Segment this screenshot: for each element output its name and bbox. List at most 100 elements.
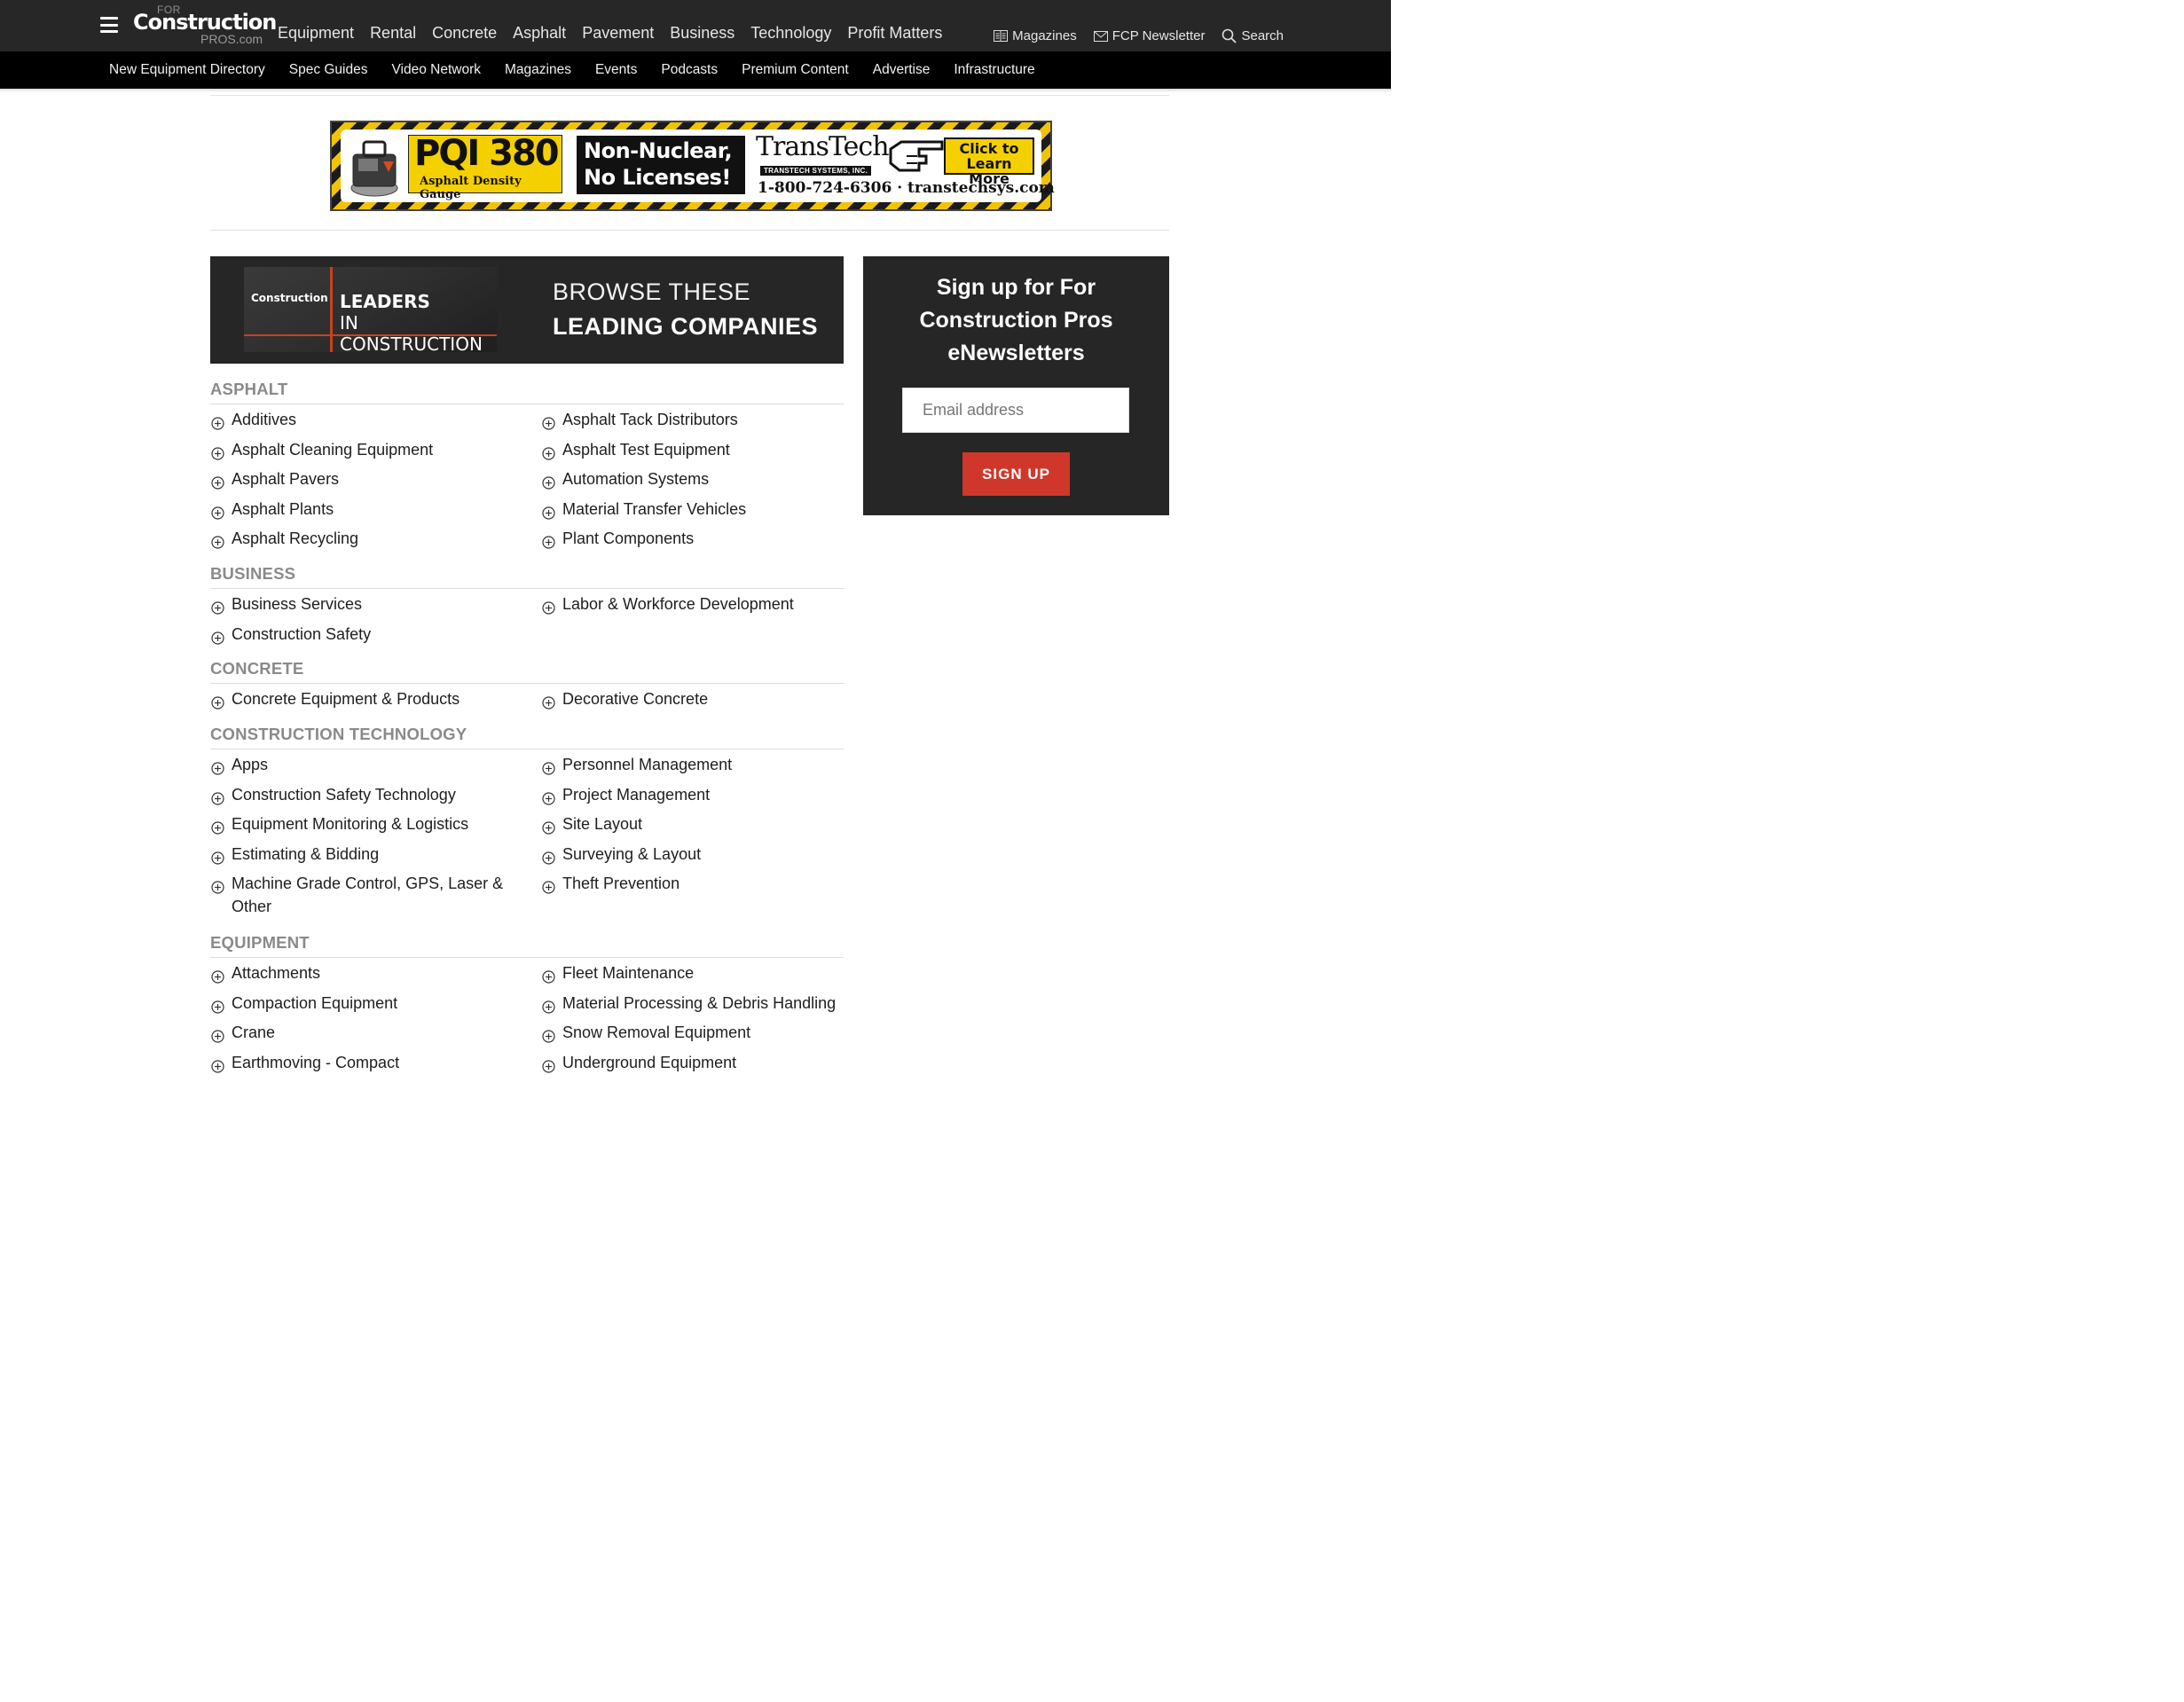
nav-technology[interactable]: Technology: [750, 24, 831, 43]
category-item-asphalt-tack-distributors[interactable]: Asphalt Tack Distributors: [542, 408, 846, 431]
magazines-label: Magazines: [1012, 28, 1077, 43]
subnav-podcasts[interactable]: Podcasts: [661, 62, 718, 78]
search-link[interactable]: Search: [1222, 28, 1284, 43]
expand-plus-icon: [542, 693, 555, 710]
signup-title: Sign up for For Construction Pros eNewsl…: [919, 275, 1113, 365]
signup-button[interactable]: SIGN UP: [962, 452, 1070, 496]
nav-equipment[interactable]: Equipment: [278, 24, 354, 43]
category-heading-asphalt: ASPHALT: [210, 380, 844, 404]
newsletter-link[interactable]: FCP Newsletter: [1093, 28, 1205, 43]
site-logo[interactable]: FOR Construction PROS.com: [133, 4, 277, 48]
category-item-crane[interactable]: Crane: [211, 1021, 515, 1044]
expand-plus-icon: [211, 413, 224, 430]
email-field[interactable]: [902, 388, 1129, 433]
category-item-label: Crane: [232, 1024, 276, 1042]
nav-concrete[interactable]: Concrete: [432, 24, 497, 43]
category-item-personnel-management[interactable]: Personnel Management: [542, 753, 846, 776]
subnav-new-equipment-directory[interactable]: New Equipment Directory: [109, 62, 265, 78]
category-item-site-layout[interactable]: Site Layout: [542, 812, 846, 835]
category-item-label: Fleet Maintenance: [562, 964, 695, 982]
ad-brand-sub: TRANSTECH SYSTEMS, INC.: [760, 166, 872, 176]
nav-pavement[interactable]: Pavement: [582, 24, 654, 43]
subnav-advertise[interactable]: Advertise: [873, 62, 931, 78]
expand-plus-icon: [211, 598, 224, 615]
category-item-surveying-layout[interactable]: Surveying & Layout: [542, 843, 846, 866]
category-item-compaction-equipment[interactable]: Compaction Equipment: [211, 992, 515, 1015]
category-item-asphalt-test-equipment[interactable]: Asphalt Test Equipment: [542, 438, 846, 461]
category-item-asphalt-pavers[interactable]: Asphalt Pavers: [211, 467, 515, 490]
leaders-title-1: LEADERS: [340, 291, 430, 312]
category-item-decorative-concrete[interactable]: Decorative Concrete: [542, 687, 846, 710]
accent-line: [330, 267, 333, 352]
subnav-spec-guides[interactable]: Spec Guides: [289, 62, 368, 78]
nav-asphalt[interactable]: Asphalt: [513, 24, 566, 43]
nav-business[interactable]: Business: [670, 24, 735, 43]
category-item-business-services[interactable]: Business Services: [211, 592, 515, 616]
logo-main-text: Construction: [133, 10, 277, 35]
expand-plus-icon: [211, 818, 224, 835]
envelope-icon: [1093, 30, 1108, 42]
expand-plus-icon: [211, 758, 224, 775]
ad-cta-box: Click to Learn More: [944, 137, 1034, 186]
search-label: Search: [1241, 28, 1284, 43]
expand-plus-icon: [211, 532, 224, 549]
subnav-magazines[interactable]: Magazines: [505, 62, 571, 78]
leaders-title-2: IN CONSTRUCTION: [340, 312, 483, 355]
subnav-video-network[interactable]: Video Network: [391, 62, 481, 78]
category-item-label: Asphalt Tack Distributors: [562, 411, 738, 428]
subnav-infrastructure[interactable]: Infrastructure: [954, 62, 1034, 78]
expand-plus-icon: [542, 443, 555, 460]
category-heading-equipment: EQUIPMENT: [210, 933, 844, 958]
magazines-link[interactable]: Magazines: [994, 28, 1077, 43]
category-item-label: Asphalt Cleaning Equipment: [232, 440, 434, 459]
category-item-asphalt-recycling[interactable]: Asphalt Recycling: [211, 527, 515, 550]
nav-profit-matters[interactable]: Profit Matters: [847, 24, 942, 43]
subnav-events[interactable]: Events: [595, 62, 637, 78]
leaders-thumbnail: Construction LEADERS IN CONSTRUCTION: [244, 267, 497, 355]
category-item-machine-grade-control-gps-laser-other[interactable]: Machine Grade Control, GPS, Laser & Othe…: [211, 872, 515, 918]
category-item-construction-safety-technology[interactable]: Construction Safety Technology: [211, 783, 515, 806]
category-item-earthmoving-compact[interactable]: Earthmoving - Compact: [211, 1051, 515, 1074]
category-item-label: Construction Safety: [232, 624, 372, 643]
category-item-estimating-bidding[interactable]: Estimating & Bidding: [211, 843, 515, 866]
subnav-premium-content[interactable]: Premium Content: [742, 62, 849, 78]
leaders-banner[interactable]: Construction LEADERS IN CONSTRUCTION BRO…: [210, 256, 844, 364]
nav-rental[interactable]: Rental: [370, 24, 416, 43]
category-item-project-management[interactable]: Project Management: [542, 783, 846, 806]
ad-tagline-2: No Licenses!: [584, 165, 731, 190]
category-item-label: Material Processing & Debris Handling: [562, 993, 837, 1012]
category-item-label: Snow Removal Equipment: [562, 1024, 751, 1042]
category-item-label: Asphalt Recycling: [232, 529, 359, 548]
category-item-automation-systems[interactable]: Automation Systems: [542, 467, 846, 490]
expand-plus-icon: [542, 473, 555, 490]
expand-plus-icon: [542, 788, 555, 805]
category-item-snow-removal-equipment[interactable]: Snow Removal Equipment: [542, 1021, 846, 1044]
category-item-attachments[interactable]: Attachments: [211, 961, 515, 984]
category-item-labor-workforce-development[interactable]: Labor & Workforce Development: [542, 592, 846, 616]
expand-plus-icon: [542, 532, 555, 549]
category-item-asphalt-cleaning-equipment[interactable]: Asphalt Cleaning Equipment: [211, 438, 515, 461]
ad-cta-1: Click to: [959, 140, 1019, 157]
category-item-apps[interactable]: Apps: [211, 753, 515, 776]
category-item-theft-prevention[interactable]: Theft Prevention: [542, 872, 846, 895]
ad-product-sub: Asphalt Density Gauge: [420, 175, 522, 201]
category-item-label: Concrete Equipment & Products: [232, 690, 460, 708]
ad-banner[interactable]: PQI 380 Asphalt Density Gauge Non-Nuclea…: [330, 121, 1055, 211]
category-item-fleet-maintenance[interactable]: Fleet Maintenance: [542, 961, 846, 984]
expand-plus-icon: [542, 997, 555, 1014]
category-item-additives[interactable]: Additives: [211, 408, 515, 431]
category-item-plant-components[interactable]: Plant Components: [542, 527, 846, 550]
expand-plus-icon: [542, 413, 555, 430]
category-item-asphalt-plants[interactable]: Asphalt Plants: [211, 498, 515, 521]
category-item-material-transfer-vehicles[interactable]: Material Transfer Vehicles: [542, 498, 846, 521]
category-item-equipment-monitoring-logistics[interactable]: Equipment Monitoring & Logistics: [211, 812, 515, 835]
ad-tagline-box: Non-Nuclear, No Licenses!: [577, 136, 745, 194]
category-item-concrete-equipment-products[interactable]: Concrete Equipment & Products: [211, 687, 515, 710]
category-item-underground-equipment[interactable]: Underground Equipment: [542, 1051, 846, 1074]
category-item-label: Compaction Equipment: [232, 993, 398, 1012]
menu-icon[interactable]: [100, 17, 118, 33]
header-shadow: [0, 89, 1391, 92]
category-item-construction-safety[interactable]: Construction Safety: [211, 623, 515, 646]
expand-plus-icon: [542, 1026, 555, 1043]
category-item-material-processing-debris-handling[interactable]: Material Processing & Debris Handling: [542, 992, 846, 1015]
